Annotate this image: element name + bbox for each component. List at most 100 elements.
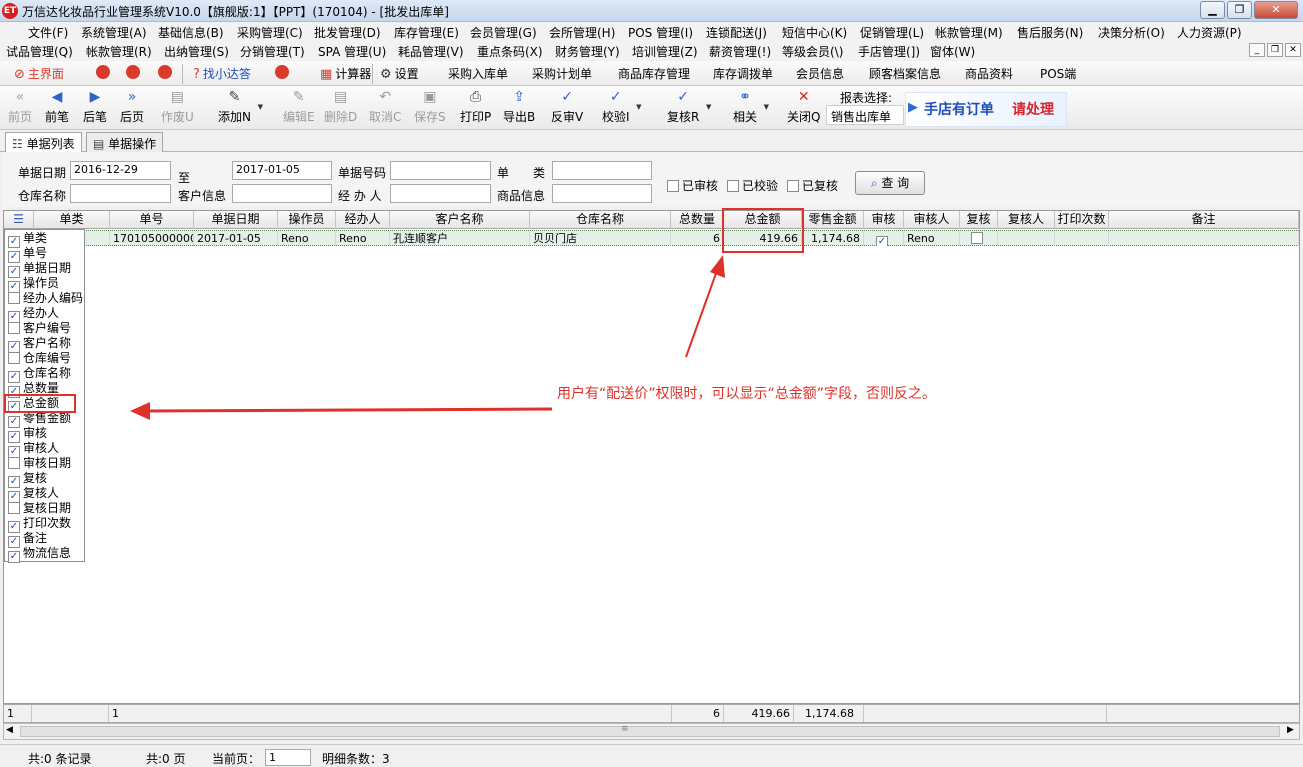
print-button[interactable]: ⎙ 打印P bbox=[460, 89, 491, 125]
menu-item[interactable]: 短信中心(K) bbox=[782, 24, 847, 41]
chevron-down-icon[interactable]: ▼ bbox=[636, 103, 641, 111]
column-header[interactable]: 审核 bbox=[864, 211, 904, 229]
column-header[interactable]: 备注 bbox=[1109, 211, 1299, 229]
column-menu-icon[interactable]: ☰ bbox=[4, 211, 34, 229]
date-to-input[interactable]: 2017-01-05 bbox=[232, 161, 332, 180]
export-button[interactable]: ⇪ 导出B bbox=[503, 89, 535, 125]
next-record-button[interactable]: ▶ 后笔 bbox=[83, 89, 107, 125]
customer-input[interactable] bbox=[232, 184, 332, 203]
current-page-input[interactable]: 1 bbox=[265, 749, 311, 766]
horizontal-scrollbar[interactable]: ◀ ≡ ▶ bbox=[3, 723, 1300, 740]
column-option[interactable]: ✓ 备注 bbox=[8, 531, 47, 548]
audited-checkbox[interactable]: 已审核 bbox=[667, 177, 718, 194]
menu-item[interactable]: SPA 管理(U) bbox=[318, 43, 386, 60]
menu-item[interactable]: 采购管理(C) bbox=[237, 24, 303, 41]
chevron-down-icon[interactable]: ▼ bbox=[706, 103, 711, 111]
scroll-right-icon[interactable]: ▶ bbox=[1287, 725, 1294, 735]
menu-item[interactable]: 帐款管理(R) bbox=[86, 43, 152, 60]
column-header[interactable]: 单据日期 bbox=[194, 211, 278, 229]
column-header[interactable]: 仓库名称 bbox=[530, 211, 671, 229]
column-option[interactable]: ✓ 经办人 bbox=[8, 306, 59, 323]
scroll-left-icon[interactable]: ◀ bbox=[6, 725, 13, 735]
date-from-input[interactable]: 2016-12-29 bbox=[70, 161, 171, 180]
cell-audited[interactable]: ✓ bbox=[864, 231, 904, 246]
column-header[interactable]: 审核人 bbox=[904, 211, 960, 229]
quick-item-11[interactable]: POS端 bbox=[1040, 65, 1076, 82]
column-option-checkbox[interactable]: ✓ bbox=[8, 551, 20, 563]
minimize-button[interactable]: ▁ bbox=[1200, 1, 1225, 19]
delete-button[interactable]: ▤ 删除D bbox=[324, 89, 357, 125]
verified-checkbox[interactable]: 已校验 bbox=[727, 177, 778, 194]
menu-item[interactable]: 批发管理(D) bbox=[314, 24, 381, 41]
edit-button[interactable]: ✎ 编辑E bbox=[283, 89, 315, 125]
column-header[interactable]: 单类 bbox=[34, 211, 110, 229]
column-header[interactable]: 零售金额 bbox=[802, 211, 864, 229]
quick-item-8[interactable]: 会员信息 bbox=[796, 65, 844, 82]
recheck-button[interactable]: ✓ 复核R ▼ bbox=[667, 89, 711, 125]
quick-item-5[interactable]: 采购计划单 bbox=[532, 65, 592, 82]
column-header[interactable]: 打印次数 bbox=[1055, 211, 1109, 229]
menu-item[interactable]: 试品管理(Q) bbox=[6, 43, 73, 60]
menu-item[interactable]: POS 管理(I) bbox=[628, 24, 693, 41]
add-button[interactable]: ✎ 添加N ▼ bbox=[218, 89, 263, 125]
order-alert-banner[interactable]: ▶ 手店有订单 请处理 bbox=[905, 92, 1067, 127]
menu-item[interactable]: 等级会员(\) bbox=[782, 43, 843, 60]
house-icon[interactable] bbox=[275, 65, 292, 79]
menu-item[interactable]: 帐款管理(M) bbox=[935, 24, 1003, 41]
audited-checkbox[interactable]: ✓ bbox=[876, 236, 888, 246]
quick-item-0[interactable]: ⊘ 主界面 bbox=[14, 65, 64, 82]
menu-item[interactable]: 人力资源(P) bbox=[1177, 24, 1242, 41]
column-option[interactable]: 仓库编号 bbox=[8, 351, 71, 366]
column-option[interactable]: 经办人编码 bbox=[8, 291, 83, 306]
menu-item[interactable]: 会所管理(H) bbox=[549, 24, 615, 41]
handler-input[interactable] bbox=[390, 184, 491, 203]
tab-document-list[interactable]: ☷ 单据列表 bbox=[5, 132, 82, 152]
column-option[interactable]: ✓ 复核 bbox=[8, 471, 47, 488]
column-option[interactable]: ✓ 单据日期 bbox=[8, 261, 71, 278]
column-header[interactable]: 复核 bbox=[960, 211, 998, 229]
save-button[interactable]: ▣ 保存S bbox=[414, 89, 446, 125]
menu-item[interactable]: 培训管理(Z) bbox=[632, 43, 698, 60]
column-header[interactable]: 操作员 bbox=[278, 211, 336, 229]
doc-type-input[interactable] bbox=[552, 161, 652, 180]
related-button[interactable]: ⚭ 相关 ▼ bbox=[733, 89, 769, 125]
menu-item[interactable]: 窗体(W) bbox=[930, 43, 975, 60]
unapprove-button[interactable]: ✓ 反审V bbox=[551, 89, 583, 125]
menu-item[interactable]: 售后服务(N) bbox=[1017, 24, 1083, 41]
column-option[interactable]: ✓ 复核人 bbox=[8, 486, 59, 503]
cell-rechecked[interactable] bbox=[960, 231, 998, 246]
column-option-checkbox[interactable] bbox=[8, 502, 20, 514]
close-window-button[interactable]: ✕ bbox=[1254, 1, 1298, 19]
column-option-checkbox[interactable] bbox=[8, 352, 20, 364]
column-header[interactable]: 客户名称 bbox=[390, 211, 530, 229]
warehouse-input[interactable] bbox=[70, 184, 171, 203]
close-button[interactable]: ✕ 关闭Q bbox=[787, 89, 820, 125]
menu-item[interactable]: 决策分析(O) bbox=[1098, 24, 1165, 41]
chevron-down-icon[interactable]: ▼ bbox=[258, 103, 263, 111]
verify-button[interactable]: ✓ 校验I ▼ bbox=[602, 89, 642, 125]
menu-item[interactable]: 会员管理(G) bbox=[470, 24, 537, 41]
menu-item[interactable]: 出纳管理(S) bbox=[164, 43, 229, 60]
menu-item[interactable]: 手店管理(]) bbox=[858, 43, 920, 60]
menu-item[interactable]: 文件(F) bbox=[28, 24, 68, 41]
column-option[interactable]: ✓ 单类 bbox=[8, 231, 47, 248]
menu-item[interactable]: 薪资管理(!) bbox=[709, 43, 771, 60]
column-option[interactable]: 审核日期 bbox=[8, 456, 71, 471]
column-option[interactable]: ✓ 零售金额 bbox=[8, 411, 71, 428]
mdi-minimize-button[interactable]: _ bbox=[1249, 43, 1265, 57]
column-option-checkbox[interactable] bbox=[8, 457, 20, 469]
column-option[interactable]: 客户编号 bbox=[8, 321, 71, 336]
doc-no-input[interactable] bbox=[390, 161, 491, 180]
chevron-down-icon[interactable]: ▼ bbox=[764, 103, 769, 111]
menu-item[interactable]: 促销管理(L) bbox=[860, 24, 924, 41]
quick-item-4[interactable]: 采购入库单 bbox=[448, 65, 508, 82]
quick-item-3[interactable]: ⚙ 设置 bbox=[380, 65, 419, 82]
menu-item[interactable]: 重点条码(X) bbox=[477, 43, 543, 60]
shield-icon[interactable] bbox=[158, 65, 175, 79]
menu-item[interactable]: 财务管理(Y) bbox=[555, 43, 620, 60]
scrollbar-thumb[interactable]: ≡ bbox=[20, 724, 1280, 737]
lock-icon[interactable] bbox=[96, 65, 113, 79]
column-option[interactable]: ✓ 客户名称 bbox=[8, 336, 71, 353]
product-input[interactable] bbox=[552, 184, 652, 203]
column-header[interactable]: 总数量 bbox=[671, 211, 724, 229]
